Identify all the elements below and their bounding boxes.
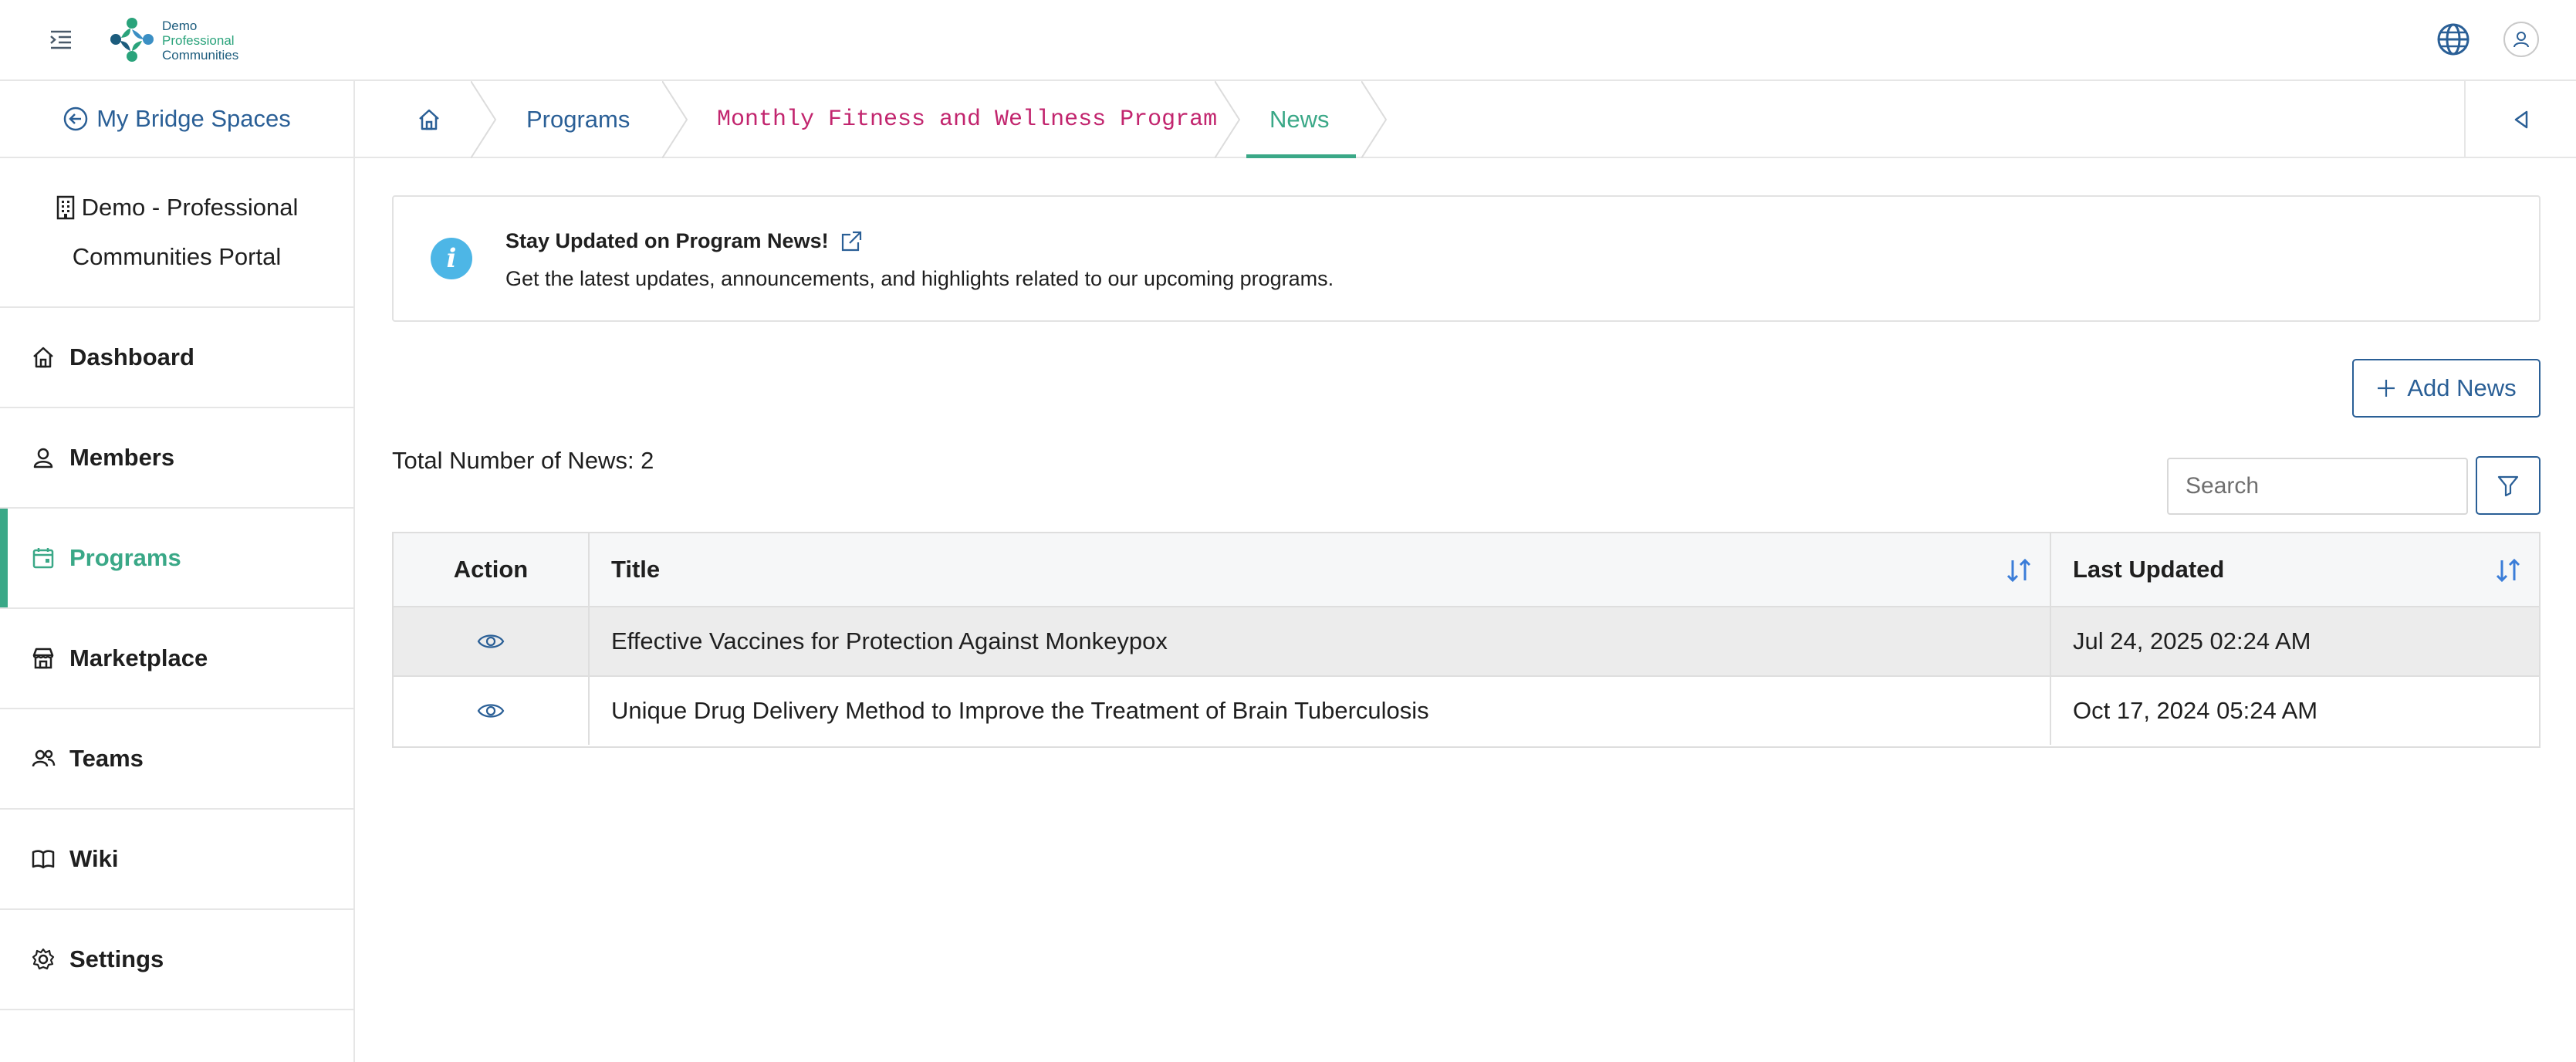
home-icon xyxy=(31,345,56,370)
info-icon: i xyxy=(431,238,472,279)
breadcrumb-separator xyxy=(1215,81,1241,158)
sidebar-item-label: Wiki xyxy=(69,845,119,872)
sidebar-item-wiki[interactable]: Wiki xyxy=(0,810,353,910)
sidebar-item-label: Dashboard xyxy=(69,343,194,370)
sidebar-item-label: Members xyxy=(69,444,175,471)
last-updated-cell: Oct 17, 2024 05:24 AM xyxy=(2073,697,2318,724)
sidebar-item-label: Settings xyxy=(69,945,164,972)
last-updated-cell: Jul 24, 2025 02:24 AM xyxy=(2073,627,2311,654)
sort-icon[interactable] xyxy=(2005,557,2033,583)
sidebar-item-members[interactable]: Members xyxy=(0,408,353,509)
logo-line-3: Communities xyxy=(162,47,239,63)
external-link-icon[interactable] xyxy=(840,230,863,253)
sidebar-item-dashboard[interactable]: Dashboard xyxy=(0,308,353,408)
filter-button[interactable] xyxy=(2476,456,2541,515)
plus-icon xyxy=(2378,380,2395,397)
column-header-label: Title xyxy=(611,556,661,583)
calendar-icon xyxy=(31,546,56,570)
logo-line-1: Demo xyxy=(162,18,198,33)
add-news-button[interactable]: Add News xyxy=(2352,359,2541,418)
breadcrumb-programs[interactable]: Programs xyxy=(526,81,630,158)
globe-icon[interactable] xyxy=(2436,22,2471,57)
users-icon xyxy=(31,746,56,771)
table-row[interactable]: Effective Vaccines for Protection Agains… xyxy=(394,607,2539,677)
table-header: Action Title Last Updated xyxy=(394,533,2539,607)
logo-text: Demo Professional Communities xyxy=(162,19,238,63)
filter-icon xyxy=(2497,475,2519,497)
arrow-left-circle-icon xyxy=(63,107,88,131)
news-table: Action Title Last Updated Effective Vacc… xyxy=(392,532,2541,748)
breadcrumb-news[interactable]: News xyxy=(1269,81,1330,158)
info-banner: i Stay Updated on Program News! Get the … xyxy=(392,195,2541,322)
portal-name: Demo - Professional Communities Portal xyxy=(0,158,353,308)
title-cell: Effective Vaccines for Protection Agains… xyxy=(590,607,2051,675)
column-header-last-updated[interactable]: Last Updated xyxy=(2051,533,2539,606)
table-row[interactable]: Unique Drug Delivery Method to Improve t… xyxy=(394,677,2539,746)
portal-name-line-1: Demo - Professional xyxy=(81,194,299,221)
logo-line-2: Professional xyxy=(162,32,235,48)
sidebar: My Bridge Spaces Demo - Professional Com… xyxy=(0,81,355,1062)
store-icon xyxy=(31,646,56,671)
action-cell xyxy=(394,607,590,675)
action-cell xyxy=(394,677,590,745)
total-news-count: Total Number of News: 2 xyxy=(392,447,654,474)
banner-title-text: Stay Updated on Program News! xyxy=(505,229,829,252)
back-link-label: My Bridge Spaces xyxy=(96,105,291,132)
title-cell: Unique Drug Delivery Method to Improve t… xyxy=(590,677,2051,745)
breadcrumb-separator xyxy=(471,81,497,158)
breadcrumb-program[interactable]: Monthly Fitness and Wellness Program xyxy=(717,81,1217,158)
add-news-label: Add News xyxy=(2407,374,2517,401)
portal-name-line-2: Communities Portal xyxy=(72,243,282,270)
breadcrumb-separator xyxy=(662,81,688,158)
menu-collapse-icon[interactable] xyxy=(48,28,74,51)
user-icon xyxy=(2513,32,2529,48)
my-bridge-spaces-link[interactable]: My Bridge Spaces xyxy=(0,81,353,158)
sidebar-item-programs[interactable]: Programs xyxy=(0,509,353,609)
sidebar-item-label: Teams xyxy=(69,745,144,772)
column-header-title[interactable]: Title xyxy=(590,533,2051,606)
user-icon xyxy=(31,445,56,470)
home-icon xyxy=(419,109,439,130)
breadcrumb-home[interactable] xyxy=(417,81,441,158)
caret-left-icon xyxy=(2514,110,2527,129)
sidebar-item-marketplace[interactable]: Marketplace xyxy=(0,609,353,709)
sort-icon[interactable] xyxy=(2494,557,2522,583)
banner-text: Get the latest updates, announcements, a… xyxy=(505,267,1334,290)
top-bar: Demo Professional Communities xyxy=(0,0,2576,81)
eye-icon[interactable] xyxy=(477,632,505,651)
banner-title: Stay Updated on Program News! xyxy=(505,229,863,253)
collapse-panel-button[interactable] xyxy=(2464,81,2576,158)
user-avatar[interactable] xyxy=(2503,22,2539,57)
sidebar-item-teams[interactable]: Teams xyxy=(0,709,353,810)
breadcrumb-separator xyxy=(1361,81,1388,158)
column-header-action: Action xyxy=(394,533,590,606)
logo-mark-icon xyxy=(110,18,154,62)
building-icon xyxy=(56,195,74,220)
sidebar-item-label: Programs xyxy=(69,544,181,571)
gear-icon xyxy=(31,947,56,972)
book-icon xyxy=(31,847,56,871)
breadcrumb: Programs Monthly Fitness and Wellness Pr… xyxy=(355,81,2576,158)
column-header-label: Last Updated xyxy=(2073,556,2225,583)
eye-icon[interactable] xyxy=(477,702,505,720)
sidebar-item-settings[interactable]: Settings xyxy=(0,910,353,1010)
search-input[interactable] xyxy=(2167,458,2468,515)
sidebar-item-label: Marketplace xyxy=(69,644,208,671)
breadcrumb-active-indicator xyxy=(1246,154,1356,158)
app-logo[interactable]: Demo Professional Communities xyxy=(108,12,238,68)
